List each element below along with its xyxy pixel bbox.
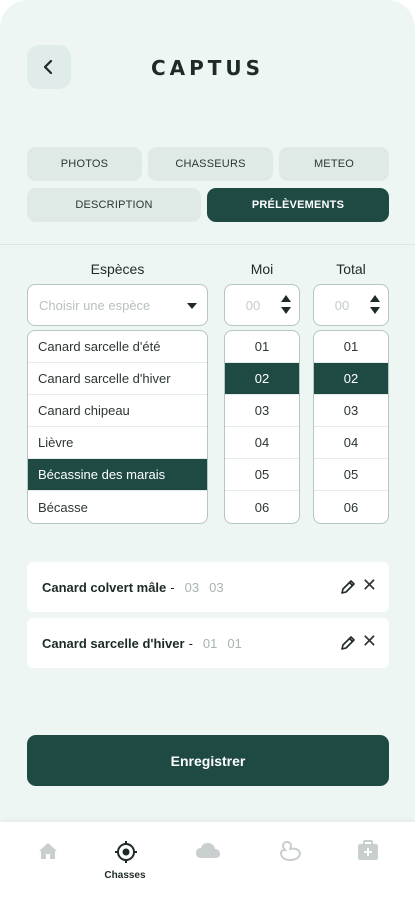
- entry-name: Canard sarcelle d'hiver: [42, 635, 185, 651]
- species-option[interactable]: Canard sarcelle d'hiver: [28, 363, 207, 395]
- species-option[interactable]: Bécasse: [28, 491, 207, 523]
- month-label: Moi: [250, 261, 274, 277]
- species-option[interactable]: Canard chipeau: [28, 395, 207, 427]
- divider: [0, 244, 415, 245]
- caret-down-icon: [187, 303, 197, 309]
- tab-description[interactable]: DESCRIPTION: [27, 188, 201, 222]
- total-option[interactable]: 03: [314, 395, 388, 427]
- app-title: CAPTUS: [150, 56, 265, 80]
- pencil-icon[interactable]: [339, 634, 357, 652]
- species-option-selected[interactable]: Bécassine des marais: [28, 459, 207, 491]
- month-option[interactable]: 01: [225, 331, 299, 363]
- duck-icon: [279, 840, 302, 862]
- total-option[interactable]: 04: [314, 427, 388, 459]
- save-button[interactable]: Enregistrer: [27, 735, 389, 786]
- species-label: Espèces: [90, 261, 145, 277]
- tab-prelevements[interactable]: PRÉLÈVEMENTS: [207, 188, 389, 222]
- entry-month: 01: [202, 635, 218, 651]
- arrow-down-icon[interactable]: [281, 307, 291, 314]
- nav-game[interactable]: [259, 822, 319, 900]
- total-option[interactable]: 05: [314, 459, 388, 491]
- home-icon: [39, 843, 57, 859]
- bottom-nav: Chasses: [0, 822, 415, 900]
- arrow-up-icon[interactable]: [370, 295, 380, 302]
- month-option[interactable]: 06: [225, 491, 299, 523]
- screen: CAPTUS PHOTOS CHASSEURS METEO DESCRIPTIO…: [0, 0, 415, 900]
- nav-label-chasses: Chasses: [104, 870, 146, 881]
- nav-weather[interactable]: [175, 822, 235, 900]
- month-stepper[interactable]: 00: [224, 284, 300, 326]
- month-option[interactable]: 03: [225, 395, 299, 427]
- target-icon: [115, 841, 137, 863]
- species-option[interactable]: Lièvre: [28, 427, 207, 459]
- nav-home[interactable]: [18, 822, 78, 900]
- nav-chasses[interactable]: Chasses: [95, 822, 155, 900]
- stepper-arrows-icon[interactable]: [370, 295, 380, 317]
- close-icon[interactable]: ✕: [362, 632, 377, 650]
- nav-first-aid[interactable]: [338, 822, 398, 900]
- entry-row: Canard colvert mâle - 03 03 ✕: [27, 562, 389, 612]
- entry-name: Canard colvert mâle: [42, 579, 167, 595]
- month-option[interactable]: 04: [225, 427, 299, 459]
- species-option[interactable]: Canard sarcelle d'été: [28, 331, 207, 363]
- species-select[interactable]: Choisir une espèce: [27, 284, 208, 326]
- pencil-icon[interactable]: [339, 578, 357, 596]
- total-label: Total: [336, 261, 366, 277]
- total-option-selected[interactable]: 02: [314, 363, 388, 395]
- month-option[interactable]: 05: [225, 459, 299, 491]
- entry-separator: -: [188, 635, 193, 651]
- entry-separator: -: [170, 579, 175, 595]
- tab-photos[interactable]: PHOTOS: [27, 147, 142, 181]
- arrow-down-icon[interactable]: [370, 307, 380, 314]
- total-option[interactable]: 06: [314, 491, 388, 523]
- total-option[interactable]: 01: [314, 331, 388, 363]
- total-dropdown: 01 02 03 04 05 06: [313, 330, 389, 524]
- tab-meteo[interactable]: METEO: [279, 147, 389, 181]
- medical-kit-icon: [358, 840, 378, 860]
- species-placeholder: Choisir une espèce: [39, 297, 151, 313]
- entry-total: 01: [227, 635, 242, 651]
- total-value: 00: [334, 298, 350, 313]
- entry-month: 03: [184, 579, 200, 595]
- arrow-up-icon[interactable]: [281, 295, 291, 302]
- tab-chasseurs[interactable]: CHASSEURS: [148, 147, 273, 181]
- entry-total: 03: [209, 579, 224, 595]
- total-stepper[interactable]: 00: [313, 284, 389, 326]
- entry-row: Canard sarcelle d'hiver - 01 01 ✕: [27, 618, 389, 668]
- month-option-selected[interactable]: 02: [225, 363, 299, 395]
- close-icon[interactable]: ✕: [362, 576, 377, 594]
- species-dropdown: Canard sarcelle d'été Canard sarcelle d'…: [27, 330, 208, 524]
- cloud-icon: [196, 843, 220, 858]
- month-value: 00: [245, 298, 261, 313]
- stepper-arrows-icon[interactable]: [281, 295, 291, 317]
- month-dropdown: 01 02 03 04 05 06: [224, 330, 300, 524]
